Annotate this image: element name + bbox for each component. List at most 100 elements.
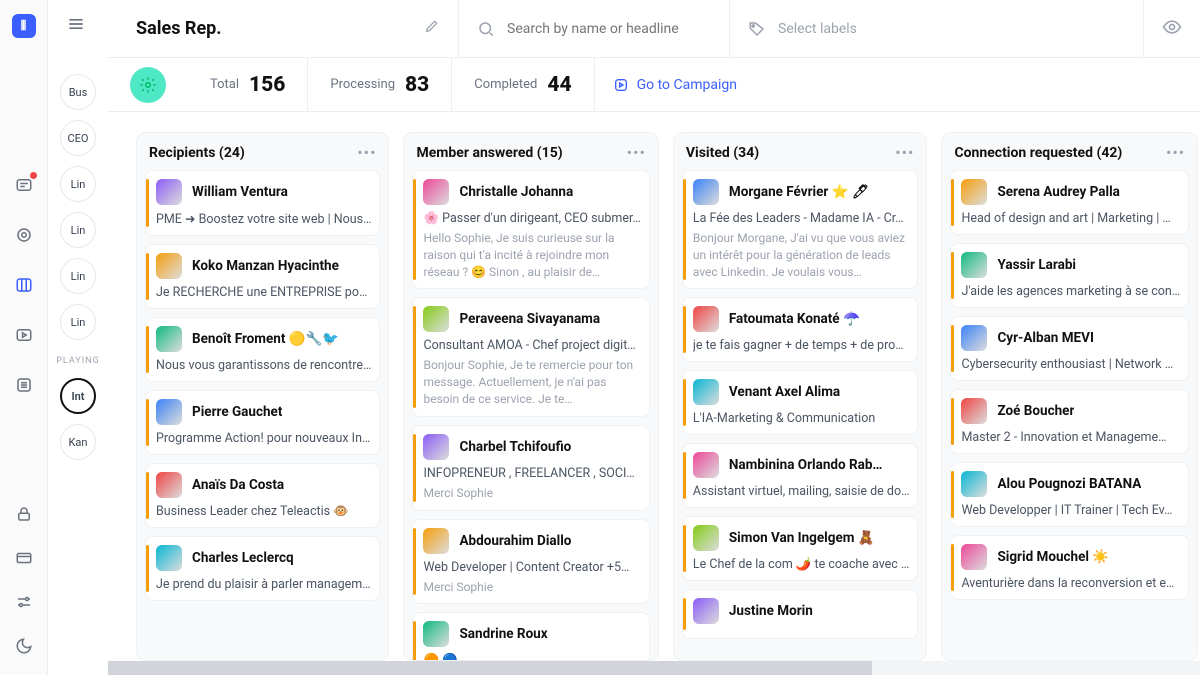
avatar [693,379,719,405]
messages-icon[interactable] [13,174,35,196]
avatar [156,472,182,498]
theme-icon[interactable] [13,635,35,657]
contact-name: Benoît Froment 🟡🔧🐦 [192,331,339,347]
search-box[interactable] [459,20,729,38]
search-icon [477,20,495,38]
target-icon[interactable] [13,224,35,246]
contact-card[interactable]: Sigrid Mouchel ☀️Aventurière dans la rec… [950,535,1189,600]
column-title: Recipients (24) [149,145,245,161]
visibility-icon[interactable] [1144,17,1200,41]
contact-card[interactable]: Fatoumata Konaté ☂️ je te fais gagner + d… [682,297,919,362]
contact-name: Fatoumata Konaté ☂️ [729,311,860,327]
contact-name: William Ventura [192,184,288,200]
kanban-board[interactable]: Recipients (24) ••• William VenturaPME ➜ B… [108,112,1200,675]
contact-message: Bonjour Morgane, J'ai vu que vous aviez … [693,230,910,280]
column-menu-icon[interactable]: ••• [895,143,914,162]
contact-message: Merci Sophie [423,579,640,596]
contact-name: Justine Morin [729,603,813,619]
contact-name: Charles Leclercq [192,550,294,566]
workspace-chip[interactable]: Lin [60,258,96,294]
horizontal-scrollbar[interactable] [108,661,1200,675]
search-input[interactable] [507,21,711,37]
contact-name: Sigrid Mouchel ☀️ [997,549,1109,565]
contact-headline: L'IA-Marketing & Communication [693,411,910,426]
contact-message: Bonjour Sophie, Je te remercie pour ton … [423,357,640,407]
hamburger-icon[interactable] [66,14,86,38]
contact-card[interactable]: Sandrine Roux 🟠 🔵 [412,612,649,660]
contact-card[interactable]: Venant Axel Alima L'IA-Marketing & Commun… [682,370,919,435]
contact-card[interactable]: Charbel Tchifoufio INFOPRENEUR , FREELANC… [412,425,649,511]
lock-icon[interactable] [13,503,35,525]
board-icon[interactable] [13,274,35,296]
contact-name: Peraveena Sivayanama [459,311,600,327]
edit-title-icon[interactable] [424,18,440,39]
contact-card[interactable]: Abdourahim DialloWeb Developer | Content… [412,519,649,605]
workspace-chip[interactable]: Lin [60,212,96,248]
avatar [156,545,182,571]
workspace-chip[interactable]: CEO [60,120,96,156]
avatar [961,471,987,497]
kanban-column: Member answered (15)•••Christalle Johann… [403,132,658,661]
contact-name: Charbel Tchifoufio [459,439,571,455]
workspace-chip[interactable]: Kan [60,424,96,460]
contact-card[interactable]: Simon Van Ingelgem 🧸Le Chef de la com 🌶️… [682,516,919,581]
column-title: Visited (34) [686,145,759,161]
app-logo[interactable]: ⫴ [12,14,36,38]
contact-headline: INFOPRENEUR , FREELANCER , SOCI… [423,466,640,481]
contact-headline: 🟠 🔵 [423,653,640,660]
contact-card[interactable]: Anaïs Da CostaBusiness Leader chez Telea… [145,463,380,528]
column-title: Connection requested (42) [954,145,1122,161]
workspace-chip[interactable]: Int [60,378,96,414]
column-menu-icon[interactable]: ••• [357,143,376,162]
kanban-column: Visited (34) ••• Morgane Février ⭐ 🖊La Fée… [673,132,928,661]
page-title-wrap: Sales Rep. [108,18,458,39]
contact-card[interactable]: William VenturaPME ➜ Boostez votre site … [145,170,380,236]
labels-select[interactable]: Select labels [730,20,1143,38]
column-menu-icon[interactable]: ••• [627,143,646,162]
contact-headline: Programme Action! pour nouveaux In… [156,431,371,446]
contact-card[interactable]: Serena Audrey PallaHead of design and ar… [950,170,1189,235]
avatar [156,399,182,425]
avatar [693,525,719,551]
contact-card[interactable]: Christalle Johanna🌸 Passer d'un dirigean… [412,170,649,289]
contact-name: Simon Van Ingelgem 🧸 [729,530,875,546]
campaign-gear-icon[interactable] [130,67,166,103]
contact-name: Morgane Février ⭐ 🖊 [729,184,869,200]
go-to-campaign-link[interactable]: Go to Campaign [613,77,737,93]
workspace-chip[interactable]: Bus [60,74,96,110]
top-bar: Sales Rep. Select labels [108,0,1200,58]
contact-card[interactable]: Yassir LarabiJ'aide les agences marketin… [950,243,1189,308]
contact-card[interactable]: Morgane Février ⭐ 🖊La Fée des Leaders - … [682,170,919,289]
contact-card[interactable]: Justine Morin [682,589,919,639]
card-icon[interactable] [13,547,35,569]
video-icon[interactable] [13,324,35,346]
avatar [423,621,449,647]
contact-card[interactable]: Peraveena SivayanamaConsultant AMOA - Ch… [412,297,649,416]
contact-card[interactable]: Cyr-Alban MEVICybersecurity enthousiast … [950,316,1189,381]
play-icon [613,77,629,93]
tag-icon [748,20,766,38]
workspace-chip[interactable]: Lin [60,304,96,340]
avatar [961,544,987,570]
avatar [693,598,719,624]
avatar [961,179,987,205]
contact-headline: 🌸 Passer d'un dirigeant, CEO submer… [423,211,640,226]
contact-headline: je te fais gagner + de temps + de pro… [693,338,910,353]
contact-name: Venant Axel Alima [729,384,840,400]
workspace-chip[interactable]: Lin [60,166,96,202]
contact-card[interactable]: Pierre GauchetProgramme Action! pour nou… [145,390,380,455]
contact-card[interactable]: Benoît Froment 🟡🔧🐦Nous vous garantissons… [145,317,380,382]
contact-message: Hello Sophie, Je suis curieuse sur la ra… [423,230,640,280]
contact-card[interactable]: Charles LeclercqJe prend du plaisir à pa… [145,536,380,601]
column-menu-icon[interactable]: ••• [1166,143,1185,162]
kanban-column: Connection requested (42) ••• Serena Audre… [941,132,1198,661]
contact-card[interactable]: Zoé BoucherMaster 2 - Innovation et Mana… [950,389,1189,454]
app-rail: ⫴ [0,0,48,675]
contact-name: Sandrine Roux [459,626,547,642]
contact-card[interactable]: Koko Manzan HyacintheJe RECHERCHE une EN… [145,244,380,309]
contact-card[interactable]: Alou Pougnozi BATANAWeb Developper | IT … [950,462,1189,527]
contact-card[interactable]: Nambinina Orlando Rab…Assistant virtuel,… [682,443,919,508]
settings-icon[interactable] [13,591,35,613]
list-icon[interactable] [13,374,35,396]
contact-headline: Cybersecurity enthousiast | Network … [961,357,1180,372]
